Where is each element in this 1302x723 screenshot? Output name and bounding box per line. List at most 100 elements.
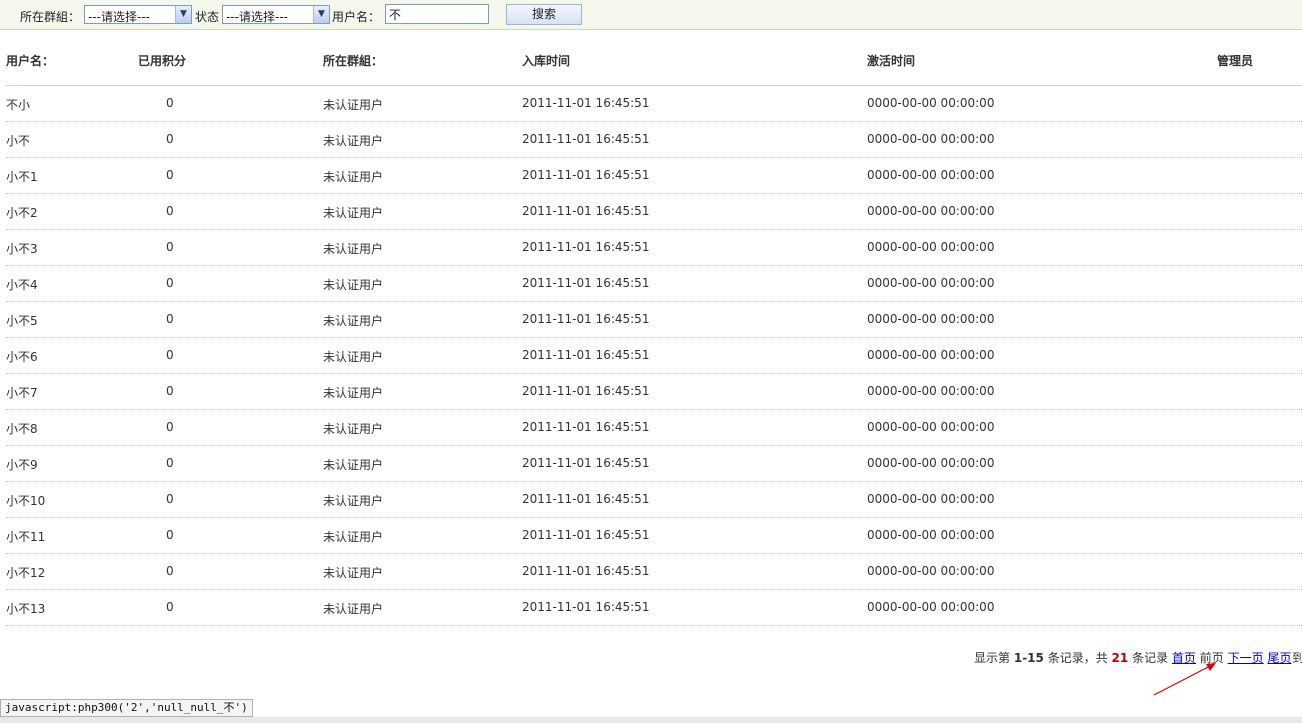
- pagination: 显示第 1-15 条记录，共 21 条记录 首页 前页 下一页 尾页: [974, 649, 1291, 666]
- table-row: 小不11 0 未认证用户 2011-11-01 16:45:51 0000-00-00 …: [6, 518, 1302, 554]
- cell-username: 小不12: [6, 566, 46, 580]
- cell-activate-time: 0000-00-00 00:00:00: [867, 348, 995, 362]
- next-page-link[interactable]: 下一页: [1228, 651, 1264, 665]
- last-page-link[interactable]: 尾页: [1267, 651, 1291, 665]
- cell-group: 未认证用户: [323, 134, 384, 148]
- cell-username: 小不10: [6, 494, 46, 508]
- cell-username: 小不: [6, 134, 31, 148]
- cell-group: 未认证用户: [323, 98, 384, 112]
- status-select-value: ---请选择---: [226, 10, 288, 24]
- cell-group: 未认证用户: [323, 458, 384, 472]
- cell-username: 小不1: [6, 170, 38, 184]
- cell-username: 不小: [6, 98, 31, 112]
- cell-group: 未认证用户: [323, 494, 384, 508]
- cell-activate-time: 0000-00-00 00:00:00: [867, 384, 995, 398]
- cell-group: 未认证用户: [323, 602, 384, 616]
- cell-group: 未认证用户: [323, 278, 384, 292]
- pager-prefix: 显示第: [974, 651, 1011, 665]
- cell-points: 0: [166, 240, 174, 254]
- search-toolbar: 所在群組： ---请选择--- ▼ 状态 ---请选择--- ▼ 用户名： 搜索: [0, 0, 1302, 30]
- header-username: 用户名：: [6, 54, 55, 68]
- table-row: 小不5 0 未认证用户 2011-11-01 16:45:51 0000-00-00 0…: [6, 302, 1302, 338]
- pager-total: 21: [1111, 651, 1129, 665]
- table-row: 小不12 0 未认证用户 2011-11-01 16:45:51 0000-00-00 …: [6, 554, 1302, 590]
- table-row: 小不6 0 未认证用户 2011-11-01 16:45:51 0000-00-00 0…: [6, 338, 1302, 374]
- cell-points: 0: [166, 384, 174, 398]
- group-select-value: ---请选择---: [88, 10, 150, 24]
- chevron-down-icon[interactable]: ▼: [313, 6, 329, 23]
- cell-username: 小不5: [6, 314, 38, 328]
- cell-points: 0: [166, 600, 174, 614]
- cell-username: 小不7: [6, 386, 38, 400]
- cell-username: 小不8: [6, 422, 38, 436]
- window-bottom-edge: [0, 717, 1302, 723]
- header-admin: 管理员: [1217, 54, 1254, 68]
- cell-username: 小不6: [6, 350, 38, 364]
- cell-username: 小不11: [6, 530, 46, 544]
- cell-import-time: 2011-11-01 16:45:51: [522, 276, 650, 290]
- cell-activate-time: 0000-00-00 00:00:00: [867, 204, 995, 218]
- cell-username: 小不2: [6, 206, 38, 220]
- cell-username: 小不13: [6, 602, 46, 616]
- username-label: 用户名：: [332, 10, 381, 24]
- table-row: 小不13 0 未认证用户 2011-11-01 16:45:51 0000-00-00 …: [6, 590, 1302, 626]
- cell-points: 0: [166, 204, 174, 218]
- cell-points: 0: [166, 348, 174, 362]
- cell-points: 0: [166, 168, 174, 182]
- cell-activate-time: 0000-00-00 00:00:00: [867, 564, 995, 578]
- annotation-arrow-icon: [1153, 663, 1216, 696]
- header-group: 所在群組：: [323, 54, 384, 68]
- group-label: 所在群組：: [20, 10, 81, 24]
- table-row: 小不4 0 未认证用户 2011-11-01 16:45:51 0000-00-00 0…: [6, 266, 1302, 302]
- cell-points: 0: [166, 132, 174, 146]
- cell-username: 小不9: [6, 458, 38, 472]
- cell-group: 未认证用户: [323, 314, 384, 328]
- username-input[interactable]: [385, 4, 489, 24]
- cell-group: 未认证用户: [323, 386, 384, 400]
- cell-group: 未认证用户: [323, 422, 384, 436]
- header-points: 已用积分: [138, 54, 187, 68]
- cell-points: 0: [166, 276, 174, 290]
- cell-import-time: 2011-11-01 16:45:51: [522, 96, 650, 110]
- cell-activate-time: 0000-00-00 00:00:00: [867, 528, 995, 542]
- cell-group: 未认证用户: [323, 242, 384, 256]
- cell-activate-time: 0000-00-00 00:00:00: [867, 96, 995, 110]
- cell-import-time: 2011-11-01 16:45:51: [522, 456, 650, 470]
- table-row: 小不10 0 未认证用户 2011-11-01 16:45:51 0000-00-00 …: [6, 482, 1302, 518]
- cell-activate-time: 0000-00-00 00:00:00: [867, 312, 995, 326]
- cell-group: 未认证用户: [323, 566, 384, 580]
- cell-activate-time: 0000-00-00 00:00:00: [867, 240, 995, 254]
- cell-import-time: 2011-11-01 16:45:51: [522, 564, 650, 578]
- cell-import-time: 2011-11-01 16:45:51: [522, 312, 650, 326]
- pager-range: 1-15: [1013, 651, 1044, 665]
- header-activate-time: 激活时间: [867, 54, 916, 68]
- cell-points: 0: [166, 420, 174, 434]
- chevron-down-icon[interactable]: ▼: [175, 6, 191, 23]
- header-import-time: 入库时间: [522, 54, 571, 68]
- cell-group: 未认证用户: [323, 350, 384, 364]
- table-row: 小不3 0 未认证用户 2011-11-01 16:45:51 0000-00-00 0…: [6, 230, 1302, 266]
- status-label: 状态: [195, 10, 220, 24]
- status-select[interactable]: ---请选择--- ▼: [222, 5, 330, 24]
- pager-mid: 条记录，共: [1047, 651, 1108, 665]
- table-row: 小不1 0 未认证用户 2011-11-01 16:45:51 0000-00-00 0…: [6, 158, 1302, 194]
- cell-import-time: 2011-11-01 16:45:51: [522, 492, 650, 506]
- cell-activate-time: 0000-00-00 00:00:00: [867, 168, 995, 182]
- cell-points: 0: [166, 528, 174, 542]
- cell-group: 未认证用户: [323, 530, 384, 544]
- cell-import-time: 2011-11-01 16:45:51: [522, 528, 650, 542]
- search-button[interactable]: 搜索: [506, 4, 582, 25]
- cell-activate-time: 0000-00-00 00:00:00: [867, 492, 995, 506]
- group-select[interactable]: ---请选择--- ▼: [84, 5, 192, 24]
- table-row: 小不9 0 未认证用户 2011-11-01 16:45:51 0000-00-00 0…: [6, 446, 1302, 482]
- cell-group: 未认证用户: [323, 206, 384, 220]
- cell-points: 0: [166, 492, 174, 506]
- cell-import-time: 2011-11-01 16:45:51: [522, 168, 650, 182]
- table-row: 不小 0 未认证用户 2011-11-01 16:45:51 0000-00-00 00…: [6, 86, 1302, 122]
- goto-label: 到: [1292, 651, 1302, 665]
- cell-username: 小不3: [6, 242, 38, 256]
- cell-import-time: 2011-11-01 16:45:51: [522, 132, 650, 146]
- cell-group: 未认证用户: [323, 170, 384, 184]
- cell-import-time: 2011-11-01 16:45:51: [522, 384, 650, 398]
- cell-import-time: 2011-11-01 16:45:51: [522, 240, 650, 254]
